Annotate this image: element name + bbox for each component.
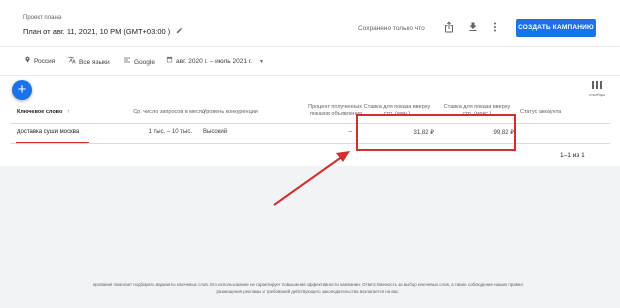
disclaimer-footer: ирования помогает подбирать варианты клю… <box>4 282 612 295</box>
disclaimer-line1: ирования помогает подбирать варианты клю… <box>92 282 523 287</box>
disclaimer-line2: размещения рекламы и требований действую… <box>216 288 400 294</box>
keyword-planner-page: Проект плана План от авг. 11, 2021, 10 P… <box>0 0 620 308</box>
annotation-arrow-icon <box>273 151 350 206</box>
